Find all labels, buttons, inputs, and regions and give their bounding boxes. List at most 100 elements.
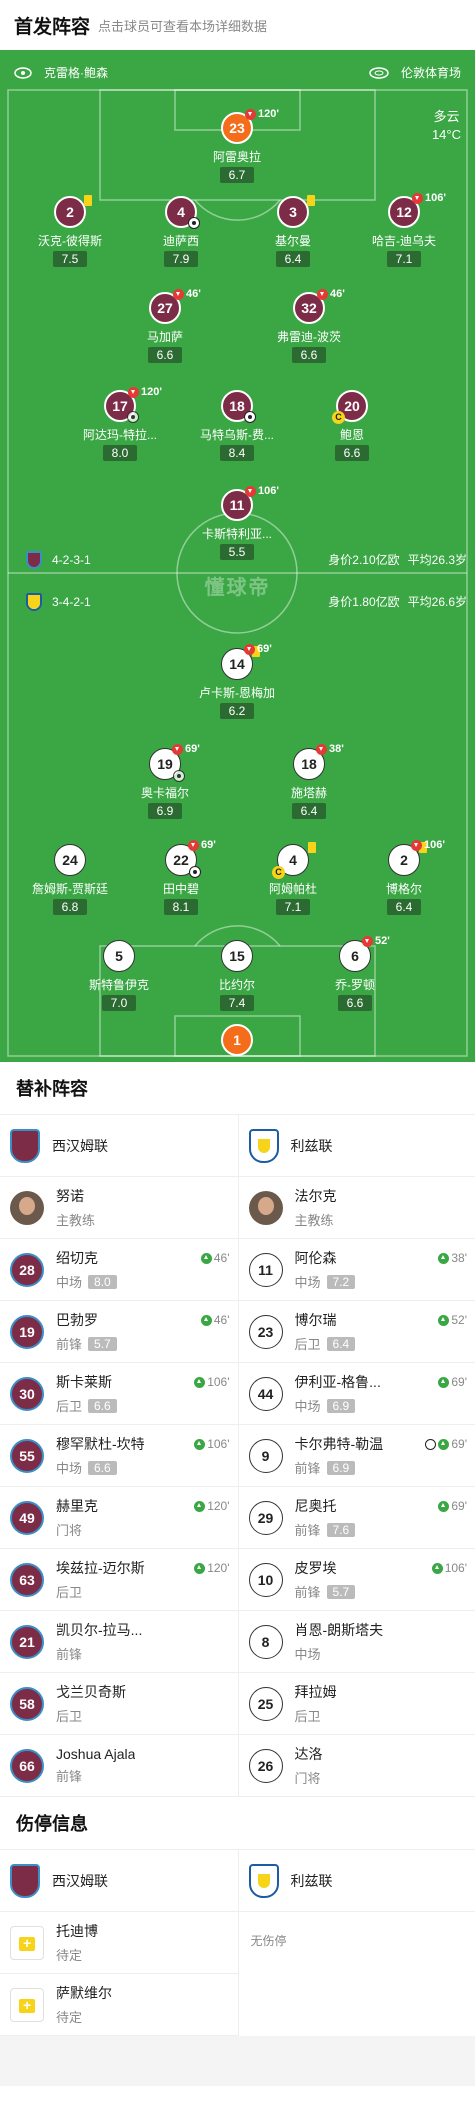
pitch-player[interactable]: 15 比约尔 7.4 [177, 940, 297, 1012]
sub-player-row[interactable]: 21 凯贝尔-拉马... 前锋 [0, 1611, 238, 1673]
player-number-text: 4 [289, 852, 297, 868]
player-name: 托迪博 [56, 1923, 98, 1939]
sub-on-icon [438, 1252, 450, 1264]
pitch-player[interactable]: 19 69' 奥卡福尔 6.9 [105, 743, 225, 820]
sub-player-row[interactable]: 30 斯卡莱斯 后卫 6.6 106' [0, 1363, 238, 1425]
medical-kit-icon [10, 1925, 44, 1960]
player-number-text: 18 [301, 756, 317, 772]
pitch-player[interactable]: 3 基尔曼 6.4 [233, 195, 353, 268]
sub-off-icon [245, 108, 256, 120]
sub-off: 52' [362, 935, 390, 947]
pitch-player[interactable]: 22 69' 田中碧 8.1 [121, 839, 241, 916]
pitch-player[interactable]: 18 38' 施塔赫 6.4 [249, 743, 369, 820]
sub-player-row[interactable]: 66 Joshua Ajala 前锋 [0, 1735, 238, 1797]
pitch-player[interactable]: 32 46' 弗雷迪-波茨 6.6 [249, 288, 369, 364]
player-name: 马加萨 [146, 330, 183, 344]
player-number-text: 5 [115, 948, 123, 964]
sub-off: 46' [317, 288, 345, 300]
sub-player-row[interactable]: 44 伊利亚-格鲁... 中场 6.9 69' [238, 1363, 475, 1425]
sub-player-row[interactable]: 58 戈兰贝奇斯 后卫 [0, 1673, 238, 1735]
sub-player-row[interactable]: 26 达洛 门将 [238, 1735, 475, 1797]
sub-off-icon [411, 839, 422, 851]
pitch-player[interactable]: 18 马特乌斯-费... 8.4 [177, 390, 297, 462]
player-number: 28 [10, 1252, 44, 1287]
team-header[interactable]: 利兹联 [238, 1850, 475, 1912]
team-header[interactable]: 利兹联 [238, 1115, 475, 1177]
player-rating: 5.7 [88, 1336, 117, 1351]
medical-kit-icon [10, 1987, 44, 2022]
sub-off: 106' [411, 839, 445, 851]
player-number-text: 11 [229, 497, 245, 513]
assist-icon [173, 770, 185, 782]
sub-player-row[interactable]: 11 阿伦森 中场 7.2 38' [238, 1239, 475, 1301]
team-header[interactable]: 西汉姆联 [0, 1115, 238, 1177]
sub-off: 46' [173, 288, 201, 300]
pitch-player[interactable]: 14 69' 卢卡斯-恩梅加 6.2 [177, 643, 297, 720]
sub-player-row[interactable]: 23 博尔瑞 后卫 6.4 52' [238, 1301, 475, 1363]
player-name: 卡斯特利亚... [201, 527, 272, 541]
player-name: 比约尔 [218, 978, 255, 992]
team-crest-icon [26, 551, 42, 569]
coach-row[interactable]: 法尔克 主教练 [238, 1177, 475, 1239]
pitch-player[interactable]: 4 迪萨西 7.9 [121, 196, 241, 268]
sub-on: 106' [194, 1437, 230, 1451]
pitch-player[interactable]: 5 斯特鲁伊克 7.0 [59, 940, 179, 1012]
player-name: 拜拉姆 [294, 1684, 337, 1700]
player-number: 44 [248, 1376, 283, 1411]
player-number-text: 2 [400, 852, 408, 868]
pitch-player[interactable]: 27 46' 马加萨 6.6 [105, 288, 225, 364]
sub-player-row[interactable]: 28 绍切克 中场 8.0 46' [0, 1239, 238, 1301]
sub-on-icon [438, 1314, 450, 1326]
player-number-text: 1 [233, 1032, 241, 1048]
pitch-player[interactable]: 1卢卡斯-佩里★9.1 [177, 1024, 297, 1062]
player-number: 66 [10, 1748, 44, 1783]
pitch-player[interactable]: 6 52' 乔-罗顿 6.6 [295, 935, 415, 1012]
player-number: 26 [248, 1748, 283, 1783]
coach-avatar [248, 1190, 283, 1225]
sub-minute: 69' [451, 1437, 467, 1451]
sub-player-row[interactable]: 29 尼奥托 前锋 7.6 69' [238, 1487, 475, 1549]
sub-player-row[interactable]: 8 肖恩-朗斯塔夫 中场 [238, 1611, 475, 1673]
sub-player-row[interactable]: 49 赫里克 门将 120' [0, 1487, 238, 1549]
pitch-player[interactable]: 2 沃克-彼得斯 7.5 [10, 195, 130, 268]
sub-on-icon [194, 1376, 206, 1388]
referee-name: 克雷格·鲍森 [44, 66, 108, 80]
pitch-player[interactable]: 20 C 鲍恩 6.6 [292, 390, 412, 462]
sub-player-row[interactable]: 9 卡尔弗特-勒温 前锋 6.9 69' [238, 1425, 475, 1487]
player-number: 18 [221, 390, 256, 423]
sub-player-row[interactable]: 19 巴勃罗 前锋 5.7 46' [0, 1301, 238, 1363]
team-name: 利兹联 [290, 1137, 333, 1154]
pitch-player[interactable]: 4 C 阿姆帕杜 7.1 [233, 842, 353, 916]
injury-row[interactable]: 萨默维尔 待定 [0, 1974, 238, 2036]
pitch-player[interactable]: 2 106' 博格尔 6.4 [344, 839, 464, 916]
coach-row[interactable]: 努诺 主教练 [0, 1177, 238, 1239]
sub-minute: 69' [451, 1499, 467, 1513]
sub-player-row[interactable]: 25 拜拉姆 后卫 [238, 1673, 475, 1735]
team-header[interactable]: 西汉姆联 [0, 1850, 238, 1912]
sub-off: 106' [245, 485, 279, 497]
player-number: 29 [248, 1500, 283, 1535]
pitch-player[interactable]: 24 詹姆斯-贾斯廷 6.8 [10, 844, 130, 916]
sub-player-row[interactable]: 55 穆罕默杜-坎特 中场 6.6 106' [0, 1425, 238, 1487]
pitch-player[interactable]: 17 120' 阿达玛-特拉... 8.0 [60, 386, 180, 462]
sub-player-row[interactable]: 10 皮罗埃 前锋 5.7 106' [238, 1549, 475, 1611]
goal-ball-icon [244, 411, 256, 423]
team-info-bottom: 3-4-2-1 [26, 593, 91, 611]
player-position: 后卫 [294, 1709, 321, 1724]
injury-row[interactable]: 托迪博 待定 [0, 1912, 238, 1974]
pitch-player[interactable]: 23 120' 阿雷奥拉 6.7 [177, 108, 297, 184]
player-name: 卢卡斯-恩梅加 [199, 686, 275, 700]
player-number-text: 32 [301, 300, 317, 316]
player-position: 中场 [294, 1647, 321, 1662]
sub-off: 106' [412, 192, 446, 204]
player-number-text: 20 [344, 398, 360, 414]
sub-on: 120' [194, 1561, 230, 1575]
sub-player-row[interactable]: 63 埃兹拉-迈尔斯 后卫 120' [0, 1549, 238, 1611]
player-name: 沃克-彼得斯 [38, 234, 102, 248]
pitch-player[interactable]: 11 106' 卡斯特利亚... 5.5 [177, 485, 297, 561]
stadium-icon [369, 66, 389, 79]
player-position: 中场 [294, 1275, 321, 1290]
pitch-player[interactable]: 12 106' 哈吉-迪乌夫 7.1 [344, 192, 464, 268]
injury-status: 待定 [56, 2010, 83, 2025]
player-number-text: 6 [351, 948, 359, 964]
